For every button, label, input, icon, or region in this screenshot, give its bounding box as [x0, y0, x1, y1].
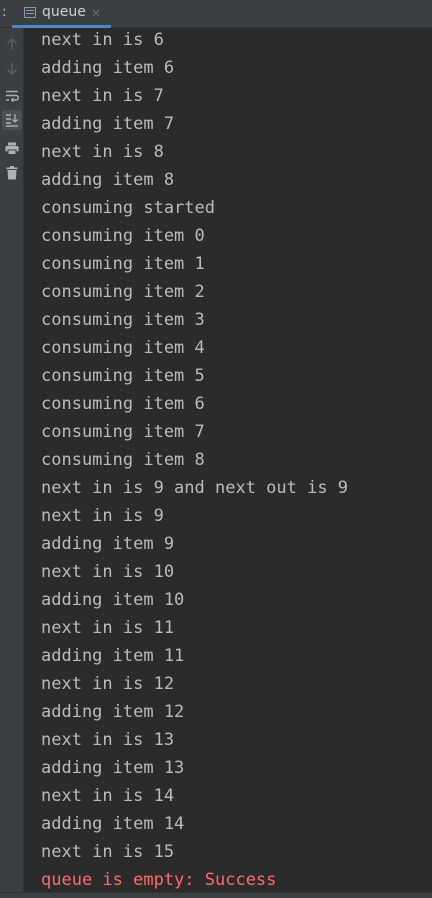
run-tool-window: : queue × next in is 6 adding item 6 nex…	[0, 0, 432, 898]
console-line: adding item 7	[41, 114, 175, 134]
console-line: next in is 15	[41, 842, 175, 862]
tab-queue[interactable]: queue ×	[12, 0, 111, 28]
tab-bar-separator: :	[2, 4, 7, 20]
soft-wrap-icon[interactable]	[2, 86, 22, 106]
console-error-line: queue is empty: Success	[41, 870, 277, 890]
clear-all-icon[interactable]	[2, 163, 22, 183]
scroll-down-icon[interactable]	[2, 59, 22, 79]
console-line: consuming item 0	[41, 226, 205, 246]
console-line: next in is 8	[41, 142, 164, 162]
console-line: consuming item 6	[41, 394, 205, 414]
console-line: consuming item 3	[41, 310, 205, 330]
console-line: adding item 10	[41, 590, 185, 610]
console-line: next in is 7	[41, 86, 164, 106]
console-line: adding item 14	[41, 814, 185, 834]
console-line: next in is 9	[41, 506, 164, 526]
console-line: next in is 12	[41, 674, 175, 694]
console-line: adding item 6	[41, 58, 175, 78]
console-line: next in is 10	[41, 562, 175, 582]
console-line: next in is 9 and next out is 9	[41, 478, 349, 498]
console-line: adding item 13	[41, 758, 185, 778]
console-line: consuming item 7	[41, 422, 205, 442]
console-line: next in is 13	[41, 730, 175, 750]
tab-bar: : queue ×	[0, 0, 432, 28]
console-line: adding item 8	[41, 170, 175, 190]
console-output[interactable]: next in is 6 adding item 6 next in is 7 add…	[25, 26, 432, 892]
console-icon	[24, 7, 36, 18]
scroll-up-icon[interactable]	[2, 34, 22, 54]
console-line: next in is 14	[41, 786, 175, 806]
print-icon[interactable]	[2, 138, 22, 158]
close-icon[interactable]: ×	[91, 6, 101, 20]
console-line: next in is 11	[41, 618, 175, 638]
tab-label: queue	[42, 4, 86, 20]
console-line: consuming item 2	[41, 282, 205, 302]
console-line: consuming item 1	[41, 254, 205, 274]
bottom-border	[0, 892, 432, 898]
console-line: adding item 11	[41, 646, 185, 666]
console-line: next in is 6	[41, 30, 164, 50]
console-line: adding item 12	[41, 702, 185, 722]
console-line: consuming started	[41, 198, 215, 218]
console-line: consuming item 4	[41, 338, 205, 358]
console-line: adding item 9	[41, 534, 175, 554]
scroll-to-end-icon[interactable]	[2, 110, 22, 130]
console-line: consuming item 8	[41, 450, 205, 470]
console-line: consuming item 5	[41, 366, 205, 386]
console-toolbar	[0, 28, 24, 898]
